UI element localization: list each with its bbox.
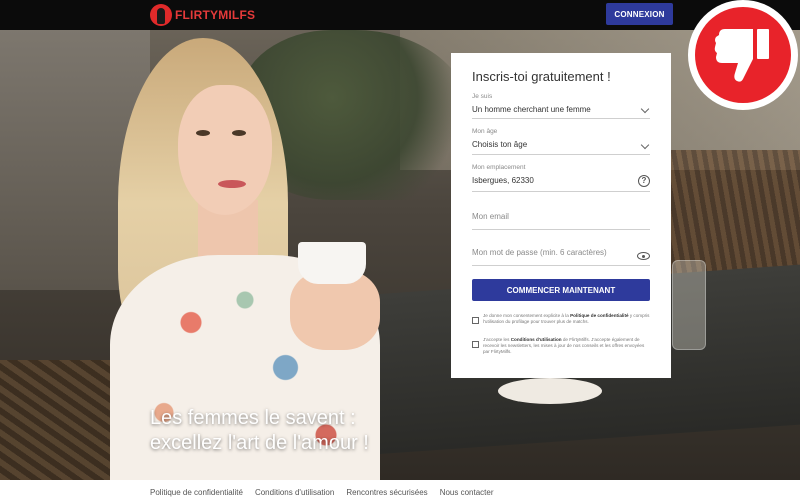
terms-consent-checkbox[interactable] xyxy=(472,341,479,348)
woman-silhouette-icon xyxy=(150,4,172,26)
top-bar: FLIRTYMILFS CONNEXION xyxy=(0,0,800,30)
privacy-policy-link[interactable]: Politique de confidentialité xyxy=(570,313,628,318)
gender-label: Je suis xyxy=(472,93,493,100)
hero-tagline-line1: Les femmes le savent : xyxy=(150,407,356,429)
privacy-consent: Je donne mon consentement explicite à la… xyxy=(472,313,650,325)
location-field[interactable]: Mon emplacement Isbergues, 62330 ? xyxy=(472,164,650,192)
privacy-consent-text: Je donne mon consentement explicite à la… xyxy=(483,313,650,325)
email-field[interactable]: Mon email xyxy=(472,211,650,230)
eye-icon[interactable] xyxy=(637,252,650,260)
footer-link-terms[interactable]: Conditions d'utilisation xyxy=(255,488,334,497)
footer: Politique de confidentialité Conditions … xyxy=(0,480,800,500)
hero-tagline-line2: excellez l'art de l'amour ! xyxy=(150,432,369,454)
email-placeholder: Mon email xyxy=(472,212,509,221)
age-label: Mon âge xyxy=(472,128,498,135)
signup-title: Inscris-toi gratuitement ! xyxy=(472,69,611,84)
location-value: Isbergues, 62330 xyxy=(472,176,534,185)
question-circle-icon[interactable]: ? xyxy=(638,175,650,187)
start-now-button[interactable]: COMMENCER MAINTENANT xyxy=(472,279,650,301)
hero-image: Les femmes le savent : excellez l'art de… xyxy=(0,30,800,480)
woman-face xyxy=(178,85,272,215)
footer-link-safe-dating[interactable]: Rencontres sécurisées xyxy=(346,488,427,497)
privacy-consent-checkbox[interactable] xyxy=(472,317,479,324)
signup-form: Inscris-toi gratuitement ! Je suis Un ho… xyxy=(451,53,671,378)
login-button[interactable]: CONNEXION xyxy=(606,3,673,25)
coffee-cup xyxy=(298,242,366,284)
age-select[interactable]: Mon âge Choisis ton âge xyxy=(472,128,650,155)
woman-eye-left xyxy=(196,130,210,136)
gender-value: Un homme cherchant une femme xyxy=(472,105,591,114)
terms-link[interactable]: Conditions d'utilisation xyxy=(511,337,562,342)
background-glass xyxy=(672,260,706,350)
woman-lips xyxy=(218,180,246,188)
gender-select[interactable]: Je suis Un homme cherchant une femme xyxy=(472,93,650,119)
password-placeholder: Mon mot de passe (min. 6 caractères) xyxy=(472,248,607,257)
consent2-text-pre: J'accepte les xyxy=(483,337,510,342)
logo-text: FLIRTYMILFS xyxy=(175,8,256,22)
footer-link-contact[interactable]: Nous contacter xyxy=(440,488,494,497)
site-logo[interactable]: FLIRTYMILFS xyxy=(150,3,255,27)
consent1-text-pre: Je donne mon consentement explicite à la xyxy=(483,313,569,318)
hero-tagline: Les femmes le savent : excellez l'art de… xyxy=(150,406,440,456)
footer-link-privacy[interactable]: Politique de confidentialité xyxy=(150,488,243,497)
thumbs-down-icon xyxy=(714,29,769,82)
age-value: Choisis ton âge xyxy=(472,140,528,149)
password-field[interactable]: Mon mot de passe (min. 6 caractères) xyxy=(472,247,650,266)
footer-links: Politique de confidentialité Conditions … xyxy=(150,488,494,497)
location-label: Mon emplacement xyxy=(472,164,526,171)
woman-eye-right xyxy=(232,130,246,136)
background-plate xyxy=(498,378,602,404)
terms-consent-text: J'accepte les Conditions d'utilisation d… xyxy=(483,337,650,355)
terms-consent: J'accepte les Conditions d'utilisation d… xyxy=(472,337,650,355)
